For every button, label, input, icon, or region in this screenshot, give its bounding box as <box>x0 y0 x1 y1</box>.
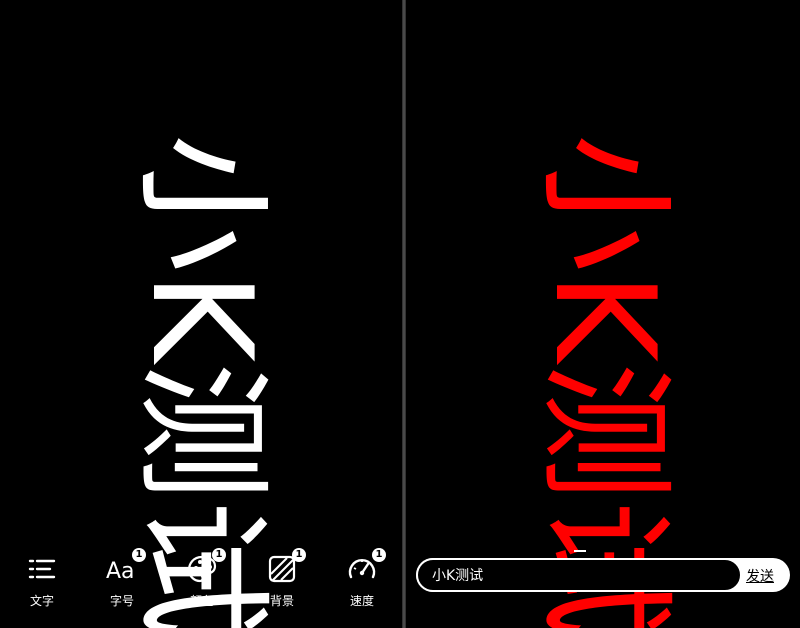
editor-preview-panel: 小K测试 文字 Aa 1 字号 1 颜色 1 背景 1 速度 <box>0 0 403 628</box>
send-button[interactable]: 发送 <box>746 566 774 586</box>
toolbar-color-button[interactable]: 1 颜色 <box>170 540 234 610</box>
message-bar: 发送 <box>416 558 790 592</box>
toolbar-speed-button[interactable]: 1 速度 <box>330 540 394 610</box>
font-size-badge: 1 <box>132 548 146 562</box>
toolbar-speed-label: 速度 <box>349 594 374 608</box>
toolbar-text-label: 文字 <box>29 594 54 608</box>
svg-text:Aa: Aa <box>106 559 135 584</box>
marquee-text-live: 小K测试 <box>523 133 685 628</box>
toolbar-color-label: 颜色 <box>189 594 214 608</box>
app-stage: 小K测试 文字 Aa 1 字号 1 颜色 1 背景 1 速度 小K测试 小K测试… <box>0 0 800 628</box>
background-badge: 1 <box>292 548 306 562</box>
color-badge: 1 <box>212 548 226 562</box>
live-preview-panel: 小K测试 发送 <box>405 0 800 628</box>
bottom-toolbar: 文字 Aa 1 字号 1 颜色 1 背景 1 速度 <box>0 540 402 610</box>
speed-badge: 1 <box>372 548 386 562</box>
text-lines-icon <box>28 559 56 579</box>
toolbar-background-button[interactable]: 1 背景 <box>250 540 314 610</box>
toolbar-font-size-button[interactable]: Aa 1 字号 <box>90 540 154 610</box>
message-input[interactable] <box>416 558 742 592</box>
toolbar-text-button[interactable]: 文字 <box>10 540 74 610</box>
scroll-indicator <box>574 550 586 552</box>
toolbar-font-size-label: 字号 <box>109 594 134 608</box>
toolbar-background-label: 背景 <box>269 594 294 608</box>
